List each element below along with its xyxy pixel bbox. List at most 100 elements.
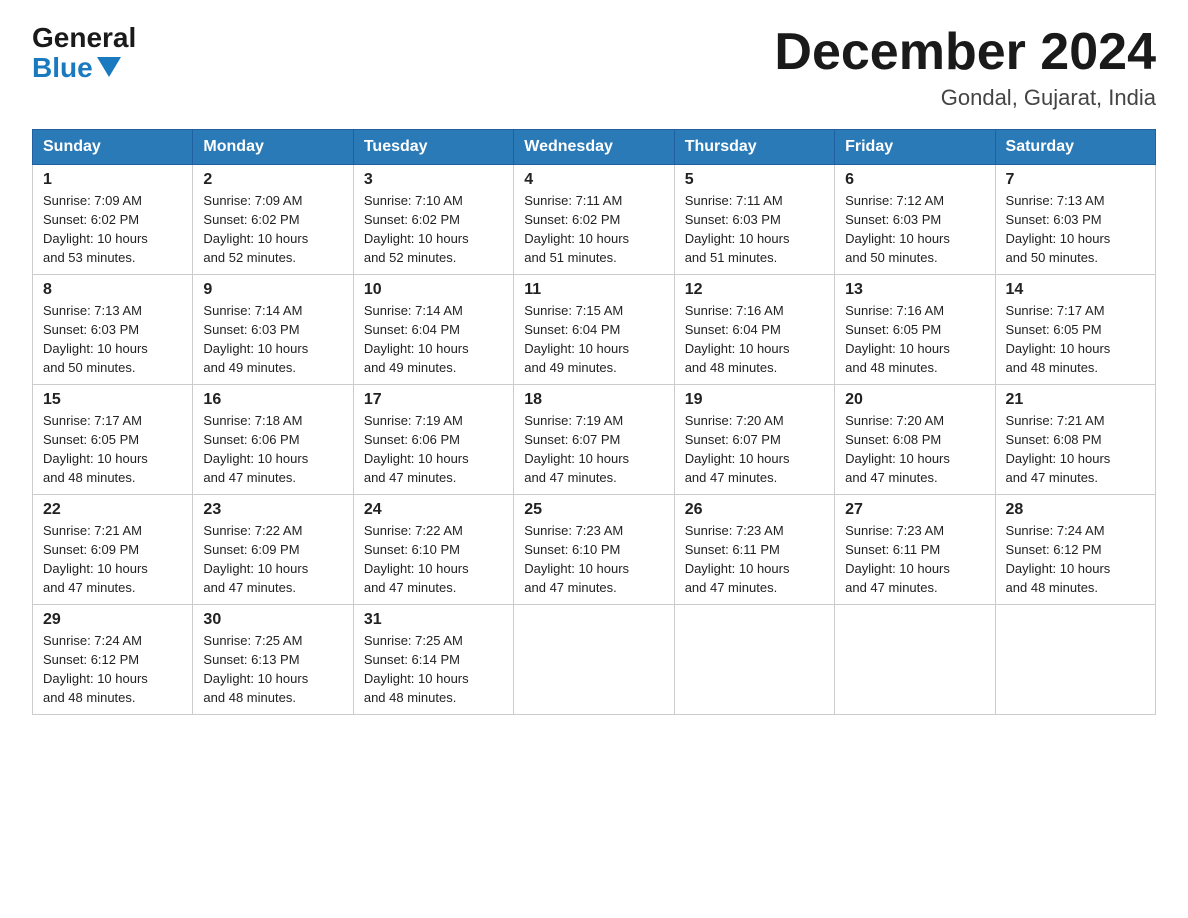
day-number: 10 bbox=[364, 281, 503, 299]
table-row: 24 Sunrise: 7:22 AMSunset: 6:10 PMDayligh… bbox=[353, 495, 513, 605]
table-row: 5 Sunrise: 7:11 AMSunset: 6:03 PMDaylight… bbox=[674, 165, 834, 275]
table-row: 20Sunrise: 7:20 AMSunset: 6:08 PMDayligh… bbox=[835, 385, 995, 495]
day-info: Sunrise: 7:22 AMSunset: 6:09 PMDaylight:… bbox=[203, 522, 342, 597]
day-info: Sunrise: 7:09 AMSunset: 6:02 PMDaylight:… bbox=[203, 192, 342, 267]
day-info: Sunrise: 7:16 AMSunset: 6:04 PMDaylight:… bbox=[685, 302, 824, 377]
day-number: 12 bbox=[685, 281, 824, 299]
title-area: December 2024 Gondal, Gujarat, India bbox=[774, 24, 1156, 111]
day-number: 21 bbox=[1006, 391, 1145, 409]
day-number: 31 bbox=[364, 611, 503, 629]
day-number: 4 bbox=[524, 171, 663, 189]
calendar-week-row: 8Sunrise: 7:13 AMSunset: 6:03 PMDaylight… bbox=[33, 275, 1156, 385]
day-number: 6 bbox=[845, 171, 984, 189]
table-row: 9 Sunrise: 7:14 AMSunset: 6:03 PMDaylight… bbox=[193, 275, 353, 385]
calendar-header-row: Sunday Monday Tuesday Wednesday Thursday… bbox=[33, 130, 1156, 165]
day-number: 3 bbox=[364, 171, 503, 189]
calendar-week-row: 1 Sunrise: 7:09 AMSunset: 6:02 PMDaylight… bbox=[33, 165, 1156, 275]
day-info: Sunrise: 7:15 AMSunset: 6:04 PMDaylight:… bbox=[524, 302, 663, 377]
table-row bbox=[514, 605, 674, 715]
day-info: Sunrise: 7:19 AMSunset: 6:06 PMDaylight:… bbox=[364, 412, 503, 487]
day-number: 27 bbox=[845, 501, 984, 519]
day-info: Sunrise: 7:18 AMSunset: 6:06 PMDaylight:… bbox=[203, 412, 342, 487]
day-number: 1 bbox=[43, 171, 182, 189]
day-number: 20 bbox=[845, 391, 984, 409]
table-row: 11 Sunrise: 7:15 AMSunset: 6:04 PMDayligh… bbox=[514, 275, 674, 385]
table-row: 31 Sunrise: 7:25 AMSunset: 6:14 PMDayligh… bbox=[353, 605, 513, 715]
table-row: 17Sunrise: 7:19 AMSunset: 6:06 PMDayligh… bbox=[353, 385, 513, 495]
day-number: 22 bbox=[43, 501, 182, 519]
table-row: 4 Sunrise: 7:11 AMSunset: 6:02 PMDaylight… bbox=[514, 165, 674, 275]
day-info: Sunrise: 7:13 AMSunset: 6:03 PMDaylight:… bbox=[1006, 192, 1145, 267]
day-number: 14 bbox=[1006, 281, 1145, 299]
table-row: 3Sunrise: 7:10 AMSunset: 6:02 PMDaylight… bbox=[353, 165, 513, 275]
day-number: 25 bbox=[524, 501, 663, 519]
table-row: 12 Sunrise: 7:16 AMSunset: 6:04 PMDayligh… bbox=[674, 275, 834, 385]
day-number: 29 bbox=[43, 611, 182, 629]
col-tuesday: Tuesday bbox=[353, 130, 513, 165]
day-info: Sunrise: 7:17 AMSunset: 6:05 PMDaylight:… bbox=[1006, 302, 1145, 377]
day-info: Sunrise: 7:25 AMSunset: 6:13 PMDaylight:… bbox=[203, 632, 342, 707]
logo-blue-text: Blue bbox=[32, 52, 121, 84]
table-row: 21Sunrise: 7:21 AMSunset: 6:08 PMDayligh… bbox=[995, 385, 1155, 495]
day-number: 26 bbox=[685, 501, 824, 519]
table-row: 7Sunrise: 7:13 AMSunset: 6:03 PMDaylight… bbox=[995, 165, 1155, 275]
table-row bbox=[995, 605, 1155, 715]
table-row: 23Sunrise: 7:22 AMSunset: 6:09 PMDayligh… bbox=[193, 495, 353, 605]
table-row: 6 Sunrise: 7:12 AMSunset: 6:03 PMDaylight… bbox=[835, 165, 995, 275]
day-number: 28 bbox=[1006, 501, 1145, 519]
table-row: 15Sunrise: 7:17 AMSunset: 6:05 PMDayligh… bbox=[33, 385, 193, 495]
table-row: 8Sunrise: 7:13 AMSunset: 6:03 PMDaylight… bbox=[33, 275, 193, 385]
day-number: 18 bbox=[524, 391, 663, 409]
day-info: Sunrise: 7:24 AMSunset: 6:12 PMDaylight:… bbox=[43, 632, 182, 707]
col-sunday: Sunday bbox=[33, 130, 193, 165]
day-number: 24 bbox=[364, 501, 503, 519]
day-info: Sunrise: 7:20 AMSunset: 6:07 PMDaylight:… bbox=[685, 412, 824, 487]
day-info: Sunrise: 7:23 AMSunset: 6:11 PMDaylight:… bbox=[845, 522, 984, 597]
day-number: 13 bbox=[845, 281, 984, 299]
day-number: 16 bbox=[203, 391, 342, 409]
day-info: Sunrise: 7:23 AMSunset: 6:10 PMDaylight:… bbox=[524, 522, 663, 597]
table-row: 2 Sunrise: 7:09 AMSunset: 6:02 PMDaylight… bbox=[193, 165, 353, 275]
day-info: Sunrise: 7:19 AMSunset: 6:07 PMDaylight:… bbox=[524, 412, 663, 487]
day-info: Sunrise: 7:24 AMSunset: 6:12 PMDaylight:… bbox=[1006, 522, 1145, 597]
day-number: 15 bbox=[43, 391, 182, 409]
location-text: Gondal, Gujarat, India bbox=[774, 85, 1156, 111]
day-number: 5 bbox=[685, 171, 824, 189]
table-row: 1 Sunrise: 7:09 AMSunset: 6:02 PMDaylight… bbox=[33, 165, 193, 275]
day-info: Sunrise: 7:22 AMSunset: 6:10 PMDaylight:… bbox=[364, 522, 503, 597]
table-row bbox=[674, 605, 834, 715]
day-info: Sunrise: 7:11 AMSunset: 6:03 PMDaylight:… bbox=[685, 192, 824, 267]
logo-general-text: General bbox=[32, 24, 136, 52]
table-row: 30 Sunrise: 7:25 AMSunset: 6:13 PMDayligh… bbox=[193, 605, 353, 715]
day-info: Sunrise: 7:14 AMSunset: 6:04 PMDaylight:… bbox=[364, 302, 503, 377]
table-row: 19Sunrise: 7:20 AMSunset: 6:07 PMDayligh… bbox=[674, 385, 834, 495]
col-thursday: Thursday bbox=[674, 130, 834, 165]
day-number: 2 bbox=[203, 171, 342, 189]
day-info: Sunrise: 7:12 AMSunset: 6:03 PMDaylight:… bbox=[845, 192, 984, 267]
day-number: 30 bbox=[203, 611, 342, 629]
logo: General Blue bbox=[32, 24, 136, 84]
table-row: 16 Sunrise: 7:18 AMSunset: 6:06 PMDayligh… bbox=[193, 385, 353, 495]
day-info: Sunrise: 7:25 AMSunset: 6:14 PMDaylight:… bbox=[364, 632, 503, 707]
logo-blue-label: Blue bbox=[32, 52, 93, 84]
day-number: 9 bbox=[203, 281, 342, 299]
day-info: Sunrise: 7:11 AMSunset: 6:02 PMDaylight:… bbox=[524, 192, 663, 267]
day-info: Sunrise: 7:09 AMSunset: 6:02 PMDaylight:… bbox=[43, 192, 182, 267]
calendar-week-row: 29 Sunrise: 7:24 AMSunset: 6:12 PMDayligh… bbox=[33, 605, 1156, 715]
calendar-week-row: 22 Sunrise: 7:21 AMSunset: 6:09 PMDayligh… bbox=[33, 495, 1156, 605]
table-row: 29 Sunrise: 7:24 AMSunset: 6:12 PMDayligh… bbox=[33, 605, 193, 715]
table-row: 27 Sunrise: 7:23 AMSunset: 6:11 PMDayligh… bbox=[835, 495, 995, 605]
day-info: Sunrise: 7:14 AMSunset: 6:03 PMDaylight:… bbox=[203, 302, 342, 377]
table-row: 10 Sunrise: 7:14 AMSunset: 6:04 PMDayligh… bbox=[353, 275, 513, 385]
table-row: 18 Sunrise: 7:19 AMSunset: 6:07 PMDayligh… bbox=[514, 385, 674, 495]
table-row: 22 Sunrise: 7:21 AMSunset: 6:09 PMDayligh… bbox=[33, 495, 193, 605]
day-number: 11 bbox=[524, 281, 663, 299]
day-info: Sunrise: 7:21 AMSunset: 6:09 PMDaylight:… bbox=[43, 522, 182, 597]
table-row: 13Sunrise: 7:16 AMSunset: 6:05 PMDayligh… bbox=[835, 275, 995, 385]
table-row: 26Sunrise: 7:23 AMSunset: 6:11 PMDayligh… bbox=[674, 495, 834, 605]
page-header: General Blue December 2024 Gondal, Gujar… bbox=[32, 24, 1156, 111]
calendar-week-row: 15Sunrise: 7:17 AMSunset: 6:05 PMDayligh… bbox=[33, 385, 1156, 495]
col-wednesday: Wednesday bbox=[514, 130, 674, 165]
month-title: December 2024 bbox=[774, 24, 1156, 81]
logo-triangle-icon bbox=[97, 57, 121, 77]
